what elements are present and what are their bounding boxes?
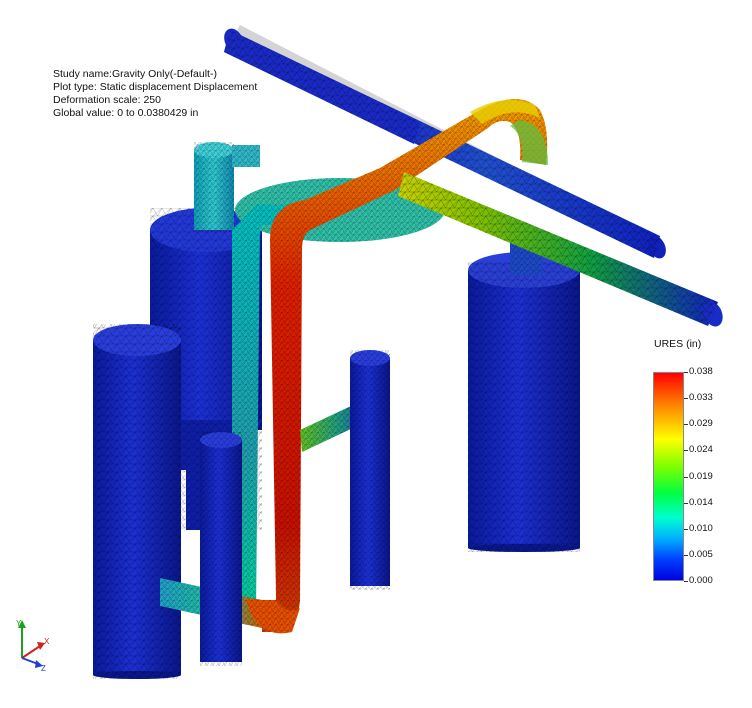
x-axis-label: X bbox=[44, 637, 50, 646]
legend-tick-label: 0.014 bbox=[689, 496, 713, 508]
legend-tick-mark bbox=[684, 528, 688, 530]
legend-tick-mark bbox=[684, 554, 688, 556]
legend-tick-mark bbox=[684, 450, 688, 452]
legend-tick-label: 0.024 bbox=[689, 444, 713, 456]
right-tank[interactable] bbox=[468, 235, 580, 552]
y-axis-label: Y bbox=[16, 619, 22, 628]
deformation-scale-text: Deformation scale: 250 bbox=[53, 94, 161, 106]
legend-tick-mark bbox=[684, 372, 688, 373]
legend-tick-label: 0.038 bbox=[689, 366, 713, 377]
legend-tick-mark bbox=[684, 581, 688, 582]
global-value-text: Global value: 0 to 0.0380429 in bbox=[53, 107, 199, 119]
legend-tick-label: 0.019 bbox=[689, 470, 713, 482]
legend-tick-mark bbox=[684, 476, 688, 478]
legend-tick-label: 0.033 bbox=[689, 392, 713, 404]
right-post[interactable] bbox=[350, 350, 390, 590]
legend-tick-label: 0.000 bbox=[689, 575, 713, 586]
x-axis-arrow bbox=[21, 645, 41, 659]
legend-color-bar bbox=[653, 372, 684, 581]
front-post[interactable] bbox=[200, 432, 242, 666]
legend-title: URES (in) bbox=[654, 338, 702, 350]
z-axis-label: Z bbox=[41, 664, 46, 673]
study-info-overlay: Study name:Gravity Only(-Default-) Plot … bbox=[53, 68, 257, 120]
legend-tick-label: 0.010 bbox=[689, 522, 713, 534]
legend-tick-label: 0.005 bbox=[689, 548, 713, 560]
legend-tick-mark bbox=[684, 398, 688, 400]
axis-triad[interactable]: Y X Z bbox=[10, 618, 55, 673]
legend-tick-mark bbox=[684, 502, 688, 504]
front-left-tank[interactable] bbox=[93, 324, 181, 679]
study-name-text: Study name:Gravity Only(-Default-) bbox=[53, 68, 217, 80]
legend-tick-mark bbox=[684, 424, 688, 426]
plot-type-text: Plot type: Static displacement Displacem… bbox=[53, 81, 258, 93]
legend-tick-label: 0.029 bbox=[689, 418, 713, 430]
z-axis-arrow bbox=[21, 657, 39, 665]
